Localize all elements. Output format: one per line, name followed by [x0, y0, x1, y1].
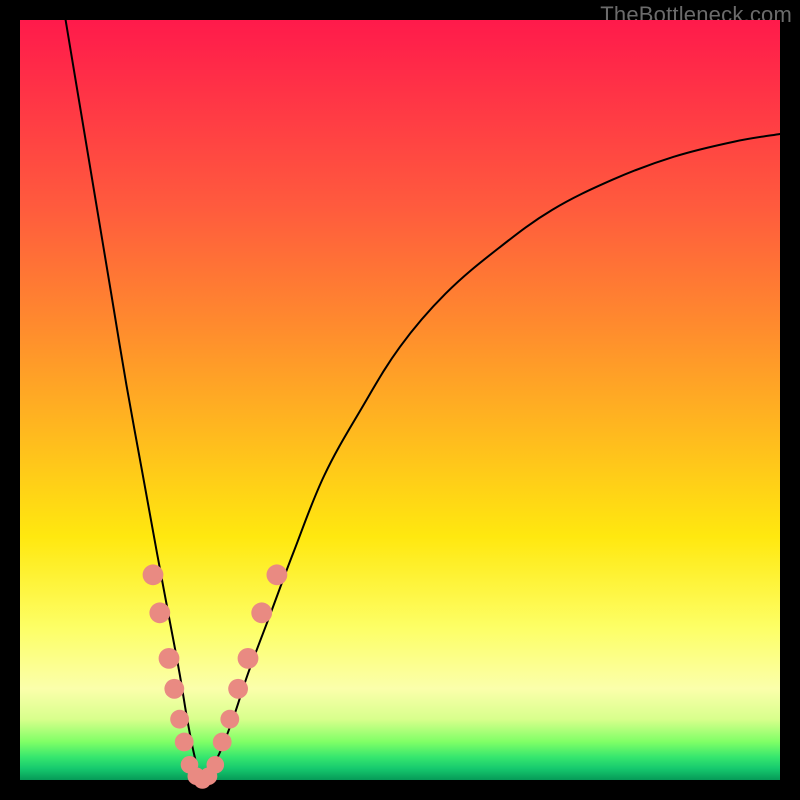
curve-marker [228, 679, 248, 699]
curve-marker [213, 733, 232, 752]
curve-marker [207, 756, 225, 774]
curve-marker [175, 733, 194, 752]
curve-marker [170, 710, 189, 729]
curve-marker [143, 564, 164, 585]
curve-marker [238, 648, 259, 669]
curve-markers [143, 564, 288, 788]
curve-marker [220, 710, 239, 729]
curve-marker [159, 648, 180, 669]
curve-marker [251, 602, 272, 623]
chart-frame [20, 20, 780, 780]
curve-marker [267, 564, 288, 585]
curve-marker [164, 679, 184, 699]
curve-marker [149, 602, 170, 623]
chart-svg [20, 20, 780, 780]
